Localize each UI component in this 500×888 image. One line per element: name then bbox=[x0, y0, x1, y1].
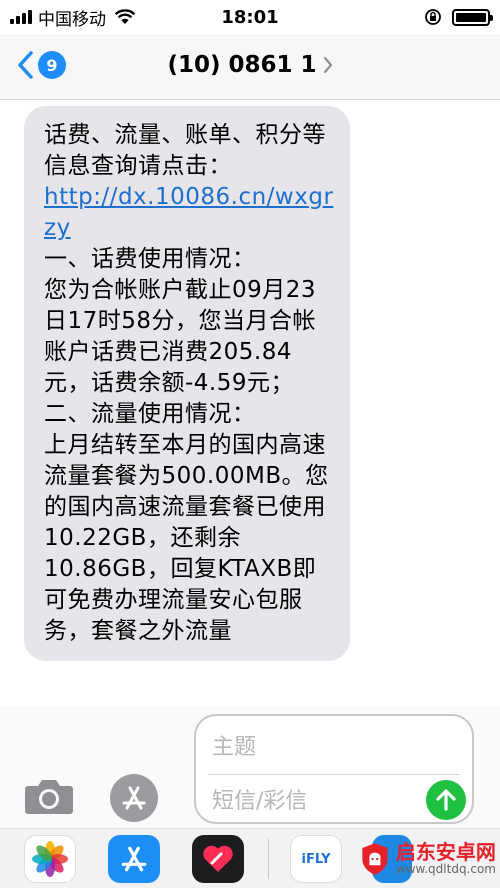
ifly-app-button[interactable]: iFLY bbox=[290, 835, 342, 883]
arrow-up-icon bbox=[436, 789, 456, 811]
subject-input[interactable] bbox=[212, 730, 462, 764]
app-store-app-button[interactable] bbox=[108, 835, 160, 883]
compose-box bbox=[194, 714, 474, 824]
watermark-title: 启东安卓网 bbox=[395, 840, 496, 865]
compose-divider bbox=[208, 774, 460, 775]
carrier-name: 中国移动 bbox=[38, 9, 106, 30]
contact-title: (10) 0861 1 bbox=[167, 52, 317, 78]
compose-bar bbox=[0, 706, 500, 828]
app-store-button[interactable] bbox=[110, 774, 158, 822]
drawer-divider bbox=[268, 839, 269, 879]
send-button[interactable] bbox=[426, 780, 466, 820]
message-section1-heading: 一、话费使用情况： bbox=[44, 246, 256, 272]
shield-logo-icon bbox=[362, 843, 388, 875]
conversation-header: 9 (10) 0861 1 bbox=[0, 34, 500, 100]
ifly-label: iFLY bbox=[301, 851, 331, 867]
message-list[interactable]: 话费、流量、账单、积分等信息查询请点击： http://dx.10086.cn/… bbox=[0, 100, 500, 706]
photos-app-button[interactable] bbox=[24, 835, 76, 883]
contact-title-button[interactable]: (10) 0861 1 bbox=[0, 52, 500, 78]
status-bar: 中国移动 18:01 bbox=[0, 0, 500, 34]
message-section1-body: 您为合帐账户截止09月23日17时58分，您当月合帐账户话费已消费205.84元… bbox=[44, 277, 317, 396]
signal-strength-icon bbox=[10, 10, 32, 24]
watermark-url: www.qdltdq.com bbox=[395, 862, 496, 877]
site-watermark: 启东安卓网 www.qdltdq.com bbox=[360, 832, 496, 886]
message-input[interactable] bbox=[212, 784, 412, 818]
wifi-icon bbox=[114, 9, 136, 24]
message-link[interactable]: http://dx.10086.cn/wxgrzy bbox=[44, 184, 333, 241]
battery-icon bbox=[452, 8, 493, 26]
message-intro: 话费、流量、账单、积分等信息查询请点击： bbox=[44, 122, 326, 179]
incoming-message-bubble[interactable]: 话费、流量、账单、积分等信息查询请点击： http://dx.10086.cn/… bbox=[24, 106, 350, 661]
chevron-right-icon bbox=[323, 56, 332, 74]
rotation-lock-icon bbox=[425, 9, 441, 25]
app-store-app-icon bbox=[121, 846, 147, 872]
digital-touch-app-button[interactable] bbox=[192, 835, 244, 883]
heart-icon bbox=[203, 845, 233, 872]
app-store-icon bbox=[122, 786, 146, 810]
camera-icon[interactable] bbox=[24, 776, 74, 816]
photos-icon bbox=[32, 841, 68, 877]
message-section2-heading: 二、流量使用情况： bbox=[44, 401, 256, 427]
message-section2-body: 上月结转至本月的国内高速流量套餐为500.00MB。您的国内高速流量套餐已使用1… bbox=[44, 432, 329, 644]
